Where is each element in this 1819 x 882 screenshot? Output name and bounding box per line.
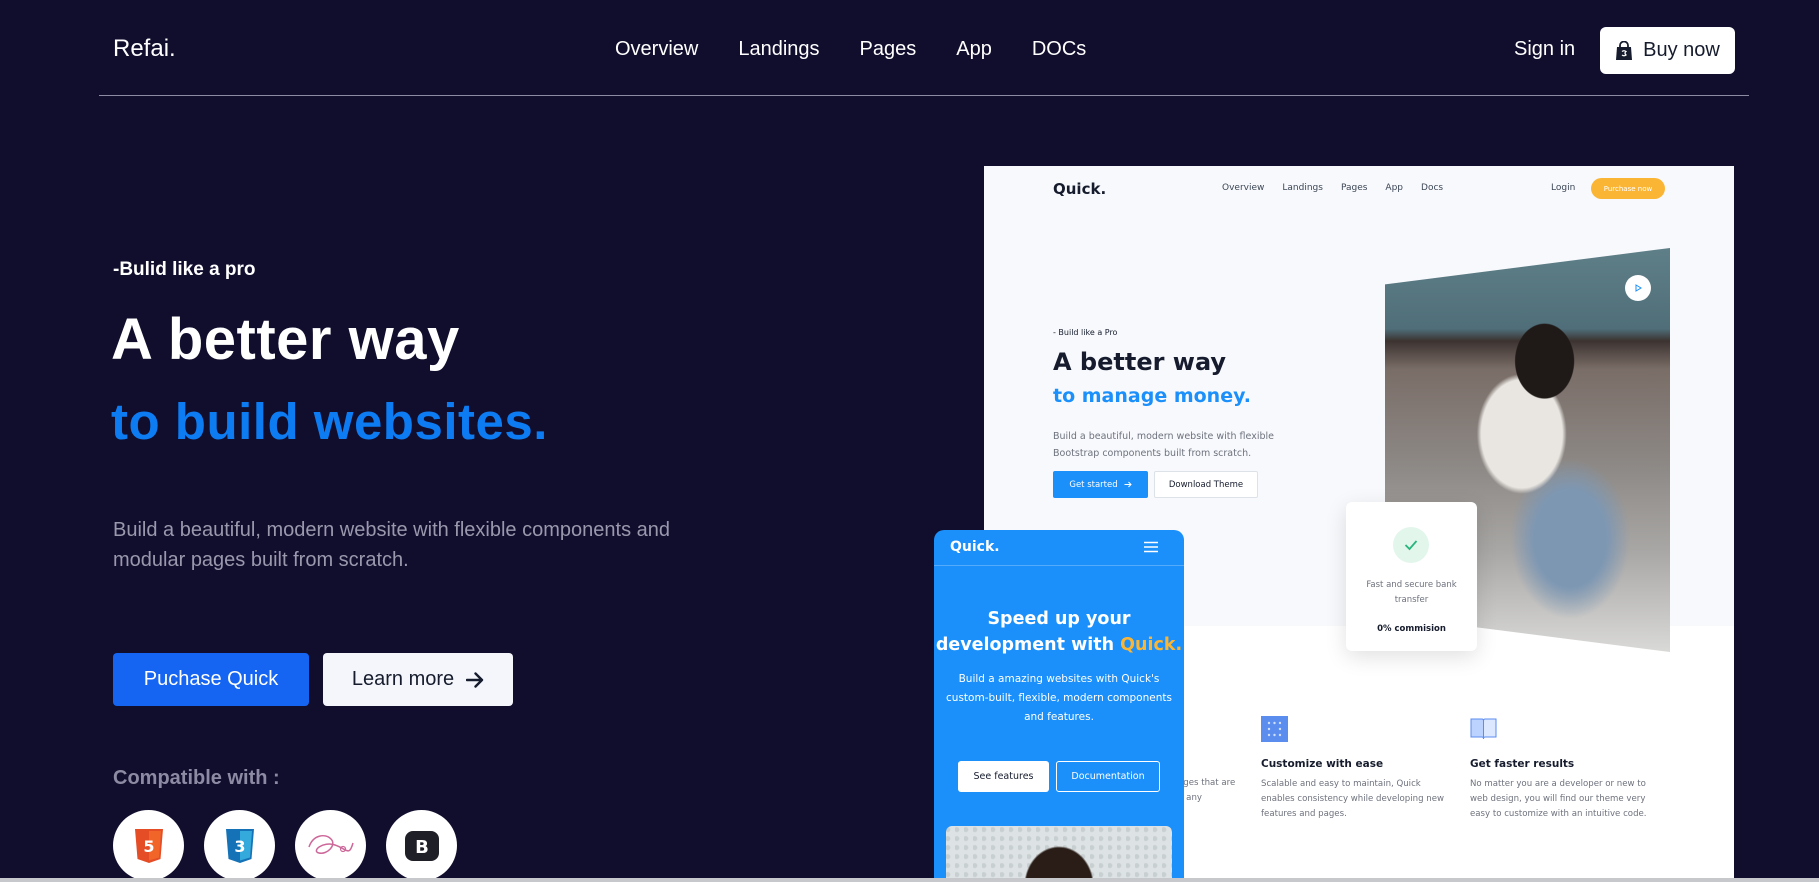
arrow-right-icon [1124, 481, 1132, 488]
css3-icon: 3 [204, 810, 275, 881]
nav-link-app[interactable]: App [956, 38, 992, 61]
html5-icon: 5 [113, 810, 184, 881]
preview-nav-docs: Docs [1421, 183, 1444, 193]
preview-partial-feature-text: ages that are n any [1178, 778, 1236, 803]
play-icon [1625, 275, 1651, 301]
top-navbar: Refai. Overview Landings Pages App DOCs … [99, 0, 1749, 96]
preview-logo: Quick. [1053, 180, 1107, 198]
bootstrap-icon: B [386, 810, 457, 881]
preview-feature-title: Customize with ease [1261, 758, 1384, 770]
preview-subtitle: to manage money. [1053, 385, 1251, 407]
hamburger-menu-icon [1144, 541, 1158, 553]
mobile-header: Quick. [934, 530, 1184, 566]
nav-link-overview[interactable]: Overview [615, 38, 698, 61]
svg-text:5: 5 [143, 837, 154, 856]
preview-transfer-card: Fast and secure bank transfer 0% commisi… [1346, 502, 1477, 651]
preview-login: Login [1551, 183, 1576, 193]
preview-nav: Overview Landings Pages App Docs [1222, 183, 1443, 193]
mobile-description: Build a amazing websites with Quick's cu… [946, 673, 1172, 723]
purchase-quick-button[interactable]: Puchase Quick [113, 653, 309, 706]
hero-description: Build a beautiful, modern website with f… [113, 519, 670, 571]
nav-link-pages[interactable]: Pages [860, 38, 917, 61]
mobile-documentation-button: Documentation [1056, 761, 1160, 792]
learn-more-label: Learn more [351, 668, 455, 690]
mobile-preview: Quick. Speed up your development with Qu… [934, 530, 1184, 882]
preview-nav-pages: Pages [1340, 183, 1368, 193]
mobile-see-features-button: See features [958, 761, 1049, 792]
preview-nav-app: App [1385, 183, 1404, 193]
sass-icon [295, 810, 366, 881]
preview-feature-customize: Customize with ease Scalable and easy to… [1261, 716, 1451, 822]
preview-get-started-label: Get started [1069, 479, 1118, 490]
hero-subtitle: to build websites. [111, 393, 548, 450]
preview-feature-results: Get faster results No matter you are a d… [1470, 716, 1660, 822]
preview-card-commission: 0% commision [1377, 624, 1446, 634]
hero-eyebrow: -Bulid like a pro [113, 259, 256, 280]
preview-description: Build a beautiful, modern website with f… [1053, 431, 1274, 459]
buy-now-button[interactable]: Buy now [1600, 27, 1735, 74]
compatible-label: Compatible with : [113, 767, 280, 789]
nav-link-docs[interactable]: DOCs [1032, 38, 1086, 61]
window-bottom-edge [0, 878, 1819, 882]
book-icon [1470, 718, 1497, 740]
preview-feature-description: No matter you are a developer or new to … [1470, 779, 1647, 819]
sign-in-link[interactable]: Sign in [1514, 38, 1575, 61]
mobile-title-highlight: Quick. [1120, 635, 1183, 655]
arrow-right-icon [466, 671, 484, 688]
mobile-logo: Quick. [950, 539, 1000, 555]
brand-logo[interactable]: Refai. [113, 35, 176, 63]
preview-card-text: Fast and secure bank transfer [1366, 580, 1457, 605]
mobile-title-line1: Speed up your [987, 609, 1131, 629]
nav-link-landings[interactable]: Landings [738, 38, 819, 61]
svg-text:B: B [415, 837, 429, 858]
preview-nav-landings: Landings [1282, 183, 1323, 193]
svg-text:3: 3 [234, 837, 245, 856]
preview-nav-overview: Overview [1222, 183, 1265, 193]
buy-now-label: Buy now [1643, 39, 1720, 61]
check-icon [1393, 527, 1429, 563]
preview-title: A better way [1053, 348, 1227, 376]
grid-icon [1261, 716, 1288, 742]
learn-more-button[interactable]: Learn more [323, 653, 513, 706]
compatible-icons: 5 3 B [113, 810, 457, 881]
mobile-title-prefix: development with [935, 635, 1121, 655]
mobile-hero-image [946, 826, 1172, 882]
main-nav: Overview Landings Pages App DOCs [615, 38, 1086, 61]
shopping-bag-icon [1616, 40, 1633, 60]
preview-eyebrow: - Build like a Pro [1053, 328, 1118, 337]
mobile-title: Speed up your development with Quick. [934, 606, 1184, 658]
mobile-title-line2: development with Quick. [934, 632, 1184, 658]
preview-download-button: Download Theme [1154, 471, 1258, 498]
preview-purchase-button: Purchase now [1591, 178, 1665, 199]
hero-title: A better way [111, 307, 460, 372]
preview-feature-description: Scalable and easy to maintain, Quick ena… [1261, 779, 1445, 819]
preview-get-started-button: Get started [1053, 471, 1148, 498]
preview-feature-title: Get faster results [1470, 758, 1575, 770]
